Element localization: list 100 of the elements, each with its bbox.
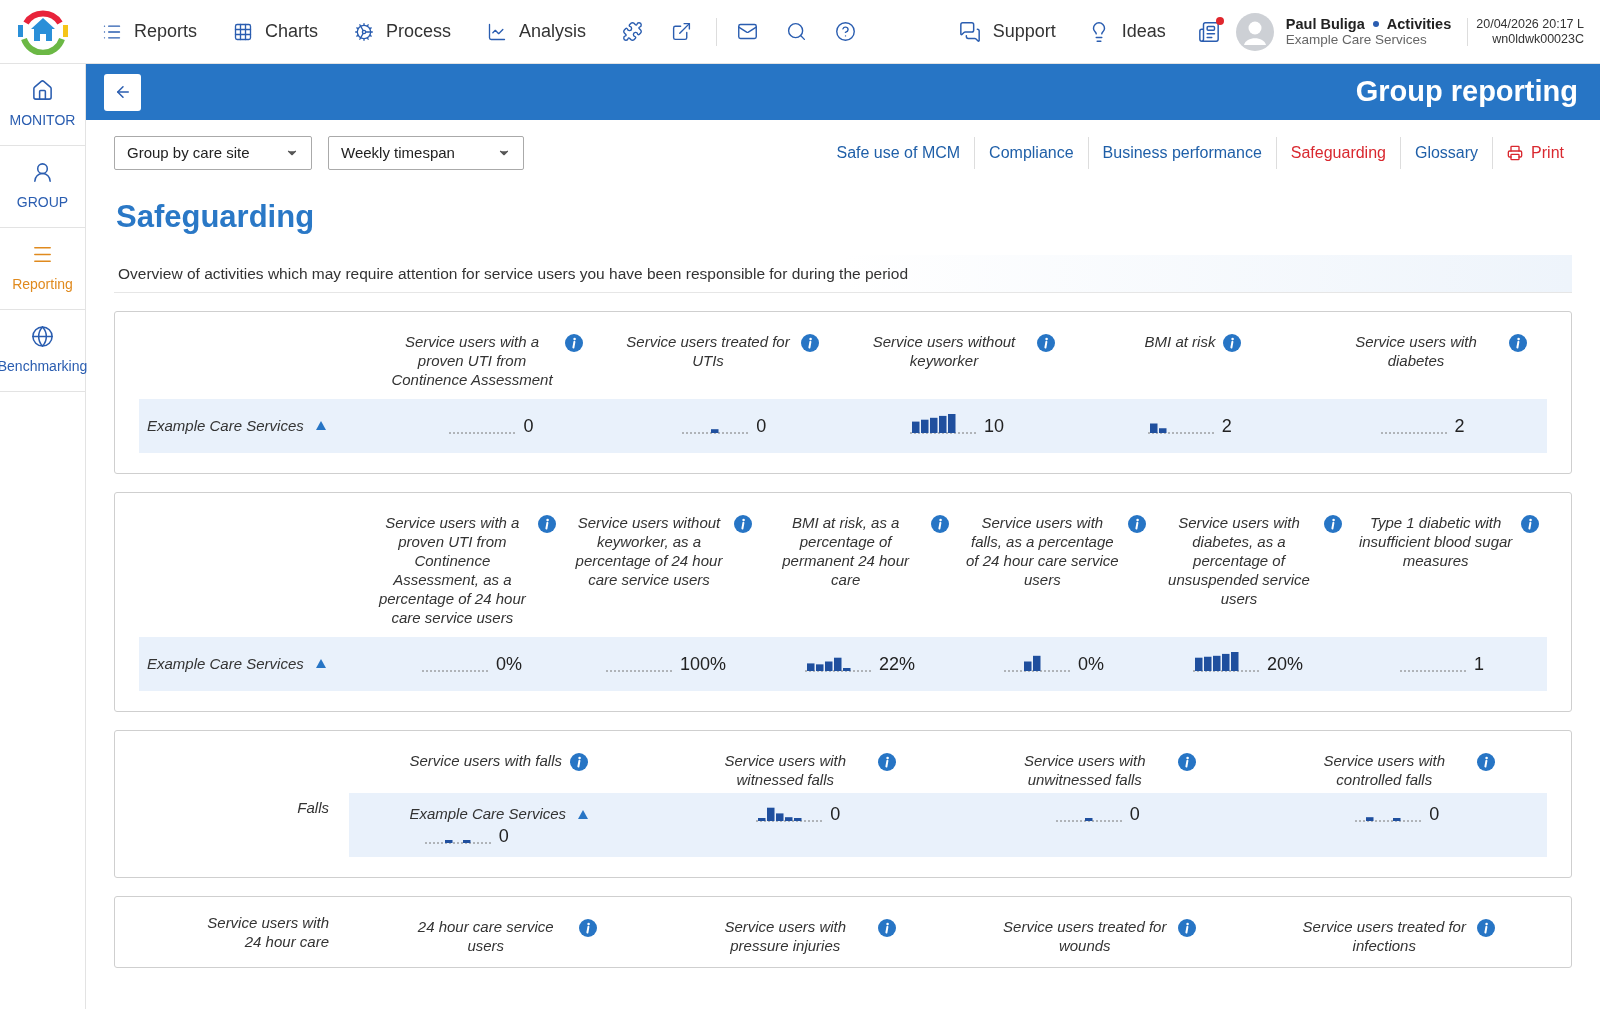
external-link-icon[interactable] [671,21,693,42]
expand-caret-icon[interactable] [315,659,326,669]
nav-link[interactable]: Charts [233,18,319,45]
activity-label[interactable]: Activities [1386,15,1452,32]
page-title: Safeguarding [116,198,316,236]
nav-link[interactable]: Analysis [487,18,587,45]
puzzle-icon[interactable] [622,21,644,42]
nav-icon [487,21,508,42]
back-button[interactable] [104,73,141,111]
column-heading: BMI at risk [1144,331,1216,351]
column-heading: Service users treated for wounds [1002,916,1168,955]
column-heading: Service users without keyworker [871,331,1017,370]
nav-icon [233,21,254,42]
sparkline-drawing [909,414,976,435]
dropdown[interactable]: Group by care site [114,136,312,170]
metric-value: 0 [756,414,767,437]
column-heading: Service users without keyworker, as a percentage of 24 hour care service users [574,512,724,589]
metric-value: 22% [879,652,915,675]
info-icon[interactable] [1037,333,1055,352]
section-link[interactable]: Compliance [975,141,1088,165]
sidebar-item[interactable]: MONITOR [0,64,85,146]
logo-icon[interactable] [16,8,70,55]
info-icon[interactable] [1521,514,1539,533]
sidebar-icon [31,78,54,102]
sparkline-drawing [424,840,491,845]
nav-link[interactable]: Ideas [1087,18,1166,45]
group-label: Service users with 24 hour care [206,912,329,952]
info-icon[interactable] [565,333,583,352]
page-description: Overview of activities which may require attention for service users you have been responsible for during the period [114,254,1572,293]
info-icon[interactable] [878,752,897,771]
sparkline-drawing [1380,431,1447,434]
info-icon[interactable] [1477,752,1496,771]
section-link[interactable]: Safeguarding [1276,141,1400,165]
sparkline-drawing [449,431,516,434]
sparkline-drawing [605,669,672,672]
organisation-name: Example Care Services [1285,31,1428,48]
group-label: Falls [297,797,329,818]
info-icon[interactable] [1177,918,1196,937]
metric-value: 0 [830,802,841,825]
info-icon[interactable] [1324,514,1343,533]
print-link[interactable]: Print [1493,141,1572,165]
column-heading: Service users treated for infections [1301,916,1468,955]
row-label[interactable]: Example Care Services [409,802,567,826]
sparkline-drawing [1355,816,1422,822]
expand-caret-icon[interactable] [315,421,326,431]
sparkline-drawing [1193,652,1259,673]
section-link[interactable]: Glossary [1400,141,1493,165]
column-heading: Service users with pressure injuries [723,916,848,955]
header-title: Group reporting [1355,74,1578,110]
nav-link[interactable]: Support [958,18,1056,45]
column-heading: 24 hour care service users [416,916,555,955]
column-heading: Service users with diabetes, as a percentage of unsuspended service users [1167,512,1311,608]
section-link[interactable]: Safe use of MCM [822,141,975,165]
info-icon[interactable] [1477,918,1496,937]
info-icon[interactable] [570,752,589,771]
sparkline-drawing [756,806,823,822]
sparkline-drawing [1400,669,1466,672]
info-icon[interactable] [1177,752,1196,771]
info-icon[interactable] [1127,514,1146,533]
metric-value: 100% [679,652,726,675]
user-name[interactable]: Paul Buliga [1285,15,1365,32]
column-heading: Service users treated for UTIs [625,331,791,370]
column-heading: BMI at risk, as a percentage of permanent 24 hour care [781,512,911,589]
column-heading: Service users with controlled falls [1322,750,1447,789]
expand-caret-icon[interactable] [578,809,589,819]
dropdown[interactable]: Weekly timespan [328,136,524,170]
nav-link[interactable]: Process [354,18,452,45]
sparkline-drawing [805,656,871,672]
info-icon[interactable] [878,918,897,937]
info-icon[interactable] [537,514,556,533]
metric-value: 0 [498,825,509,848]
row-label[interactable]: Example Care Services [147,414,304,437]
column-heading: Service users with witnessed falls [723,750,848,789]
info-icon[interactable] [1509,333,1527,352]
printer-icon [1507,145,1524,161]
news-icon[interactable] [1197,20,1220,43]
sparkline-drawing [682,428,749,434]
metric-value: 0% [496,652,522,675]
search-icon[interactable] [786,21,808,42]
metric-value: 0% [1078,652,1104,675]
metric-value: 20% [1267,653,1303,676]
metric-value: 10 [983,415,1004,438]
info-icon[interactable] [801,333,819,352]
nav-icon [354,21,375,42]
column-heading: Service users with diabetes [1354,331,1478,370]
metric-value: 0 [1429,802,1440,825]
sidebar-item[interactable]: GROUP [0,146,85,228]
help-icon[interactable] [835,21,857,42]
section-link[interactable]: Business performance [1088,141,1276,165]
metric-value: 0 [1129,802,1140,825]
row-label[interactable]: Example Care Services [147,652,304,675]
sparkline-drawing [1147,422,1214,434]
info-icon[interactable] [931,514,949,533]
info-icon[interactable] [734,514,753,533]
column-heading: Service users with falls, as a percentage of 24 hour care service users [965,512,1120,589]
info-icon[interactable] [1223,333,1242,352]
nav-link[interactable]: Reports [102,18,198,45]
mail-icon[interactable] [737,21,759,42]
info-icon[interactable] [578,918,597,937]
metric-value: 2 [1221,414,1232,437]
